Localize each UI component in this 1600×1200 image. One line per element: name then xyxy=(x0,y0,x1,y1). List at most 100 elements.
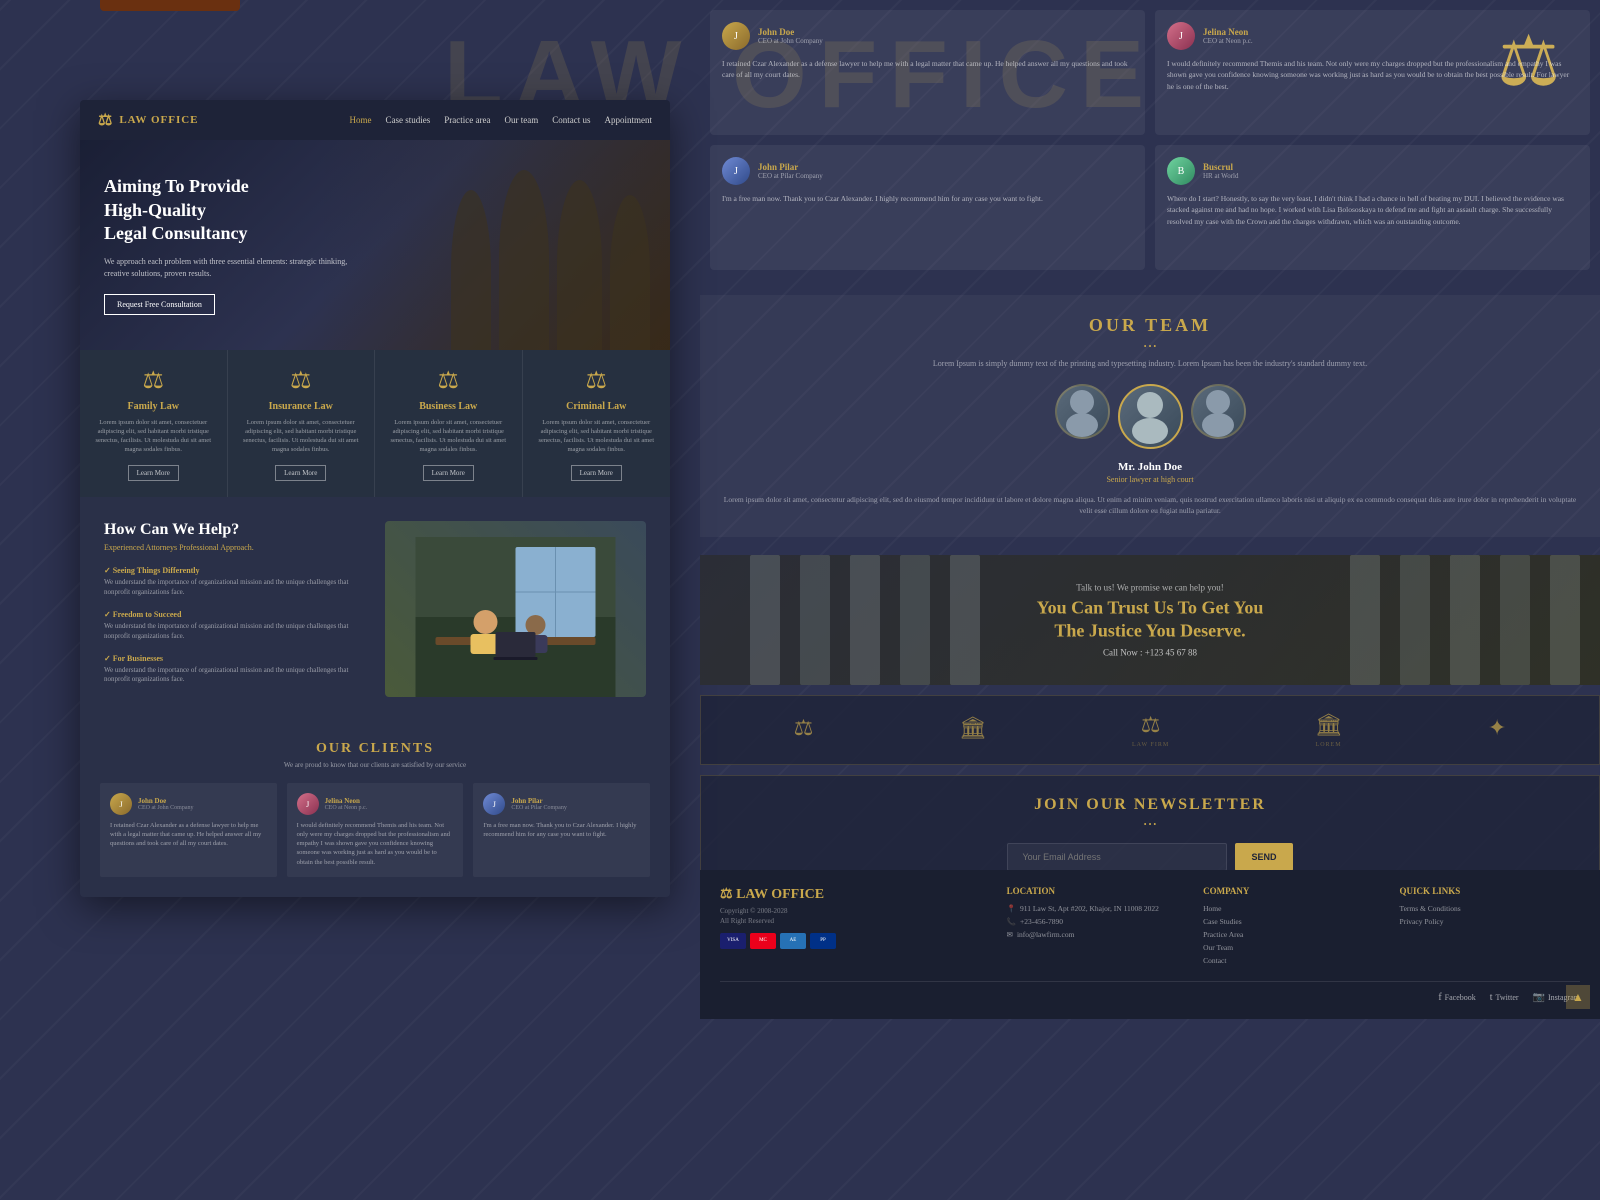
criminal-law-btn[interactable]: Learn More xyxy=(571,465,622,481)
client-avatar-2: J xyxy=(297,793,319,815)
test-avatar-3: J xyxy=(722,157,750,185)
footer-address: 📍 911 Law St, Apt #202, Khajor, IN 11008… xyxy=(1007,904,1187,913)
twitter-link[interactable]: t Twitter xyxy=(1490,992,1519,1003)
help-item-2-title: ✓ Freedom to Succeed xyxy=(104,610,365,619)
partner-2: 🏛 xyxy=(959,715,987,745)
help-section: How Can We Help? Experienced Attorneys P… xyxy=(80,497,670,721)
footer-link-cases[interactable]: Case Studies xyxy=(1203,917,1383,926)
criminal-law-icon: ⚖ xyxy=(537,366,657,395)
business-law-btn[interactable]: Learn More xyxy=(423,465,474,481)
nav-link-contact[interactable]: Contact us xyxy=(552,115,590,125)
nav-link-cases[interactable]: Case studies xyxy=(386,115,431,125)
client-text-3: I'm a free man now. Thank you to Czar Al… xyxy=(483,821,640,839)
insurance-law-title: Insurance Law xyxy=(242,401,361,412)
footer-logo: ⚖ LAW OFFICE xyxy=(720,886,991,903)
footer-logo-text: LAW OFFICE xyxy=(736,887,824,902)
hero-section: Aiming To ProvideHigh-QualityLegal Consu… xyxy=(80,140,670,350)
criminal-law-title: Criminal Law xyxy=(537,401,657,412)
newsletter-title: JOIN OUR NEWSLETTER xyxy=(721,796,1579,814)
footer-link-practice[interactable]: Practice Area xyxy=(1203,930,1383,939)
insurance-law-icon: ⚖ xyxy=(242,366,361,395)
newsletter-email-input[interactable] xyxy=(1007,843,1227,871)
test-text-2: I would definitely recommend Themis and … xyxy=(1167,58,1578,92)
facebook-link[interactable]: f Facebook xyxy=(1438,992,1475,1003)
right-testimonial-4: B Buscrul HR at World Where do I start? … xyxy=(1155,145,1590,270)
footer-privacy[interactable]: Privacy Policy xyxy=(1400,917,1580,926)
family-law-btn[interactable]: Learn More xyxy=(128,465,179,481)
test-info-2: Jelina Neon CEO at Neon p.c. xyxy=(1203,27,1253,45)
nav-logo-text: LAW OFFICE xyxy=(119,114,198,126)
partner-1: ⚖ xyxy=(794,715,814,745)
help-subtitle: Experienced Attorneys Professional Appro… xyxy=(104,543,365,552)
footer-grid: ⚖ LAW OFFICE Copyright © 2008-2028All Ri… xyxy=(720,886,1580,969)
team-member-left xyxy=(1055,384,1110,439)
client-header-2: J Jelina Neon CEO at Neon p.c. xyxy=(297,793,454,815)
featured-member-role: Senior lawyer at high court xyxy=(720,475,1580,484)
footer-col-brand: ⚖ LAW OFFICE Copyright © 2008-2028All Ri… xyxy=(720,886,991,969)
help-item-1-text: We understand the importance of organiza… xyxy=(104,578,365,598)
partner-2-icon: 🏛 xyxy=(959,715,987,741)
client-name-2: Jelina Neon xyxy=(325,797,368,805)
criminal-law-text: Lorem ipsum dolor sit amet, consectetuer… xyxy=(537,418,657,454)
trust-phone: Call Now : +123 45 67 88 xyxy=(1037,647,1264,657)
test-avatar-4: B xyxy=(1167,157,1195,185)
footer-col-quicklinks: QUICK LINKS Terms & Conditions Privacy P… xyxy=(1400,886,1580,969)
partner-4-label: LOREM xyxy=(1316,742,1342,748)
website-mockup: ⚖ LAW OFFICE Home Case studies Practice … xyxy=(80,100,670,897)
right-testimonials: J John Doe CEO at John Company I retaine… xyxy=(700,0,1600,280)
client-card-3: J John Pilar CEO at Pilar Company I'm a … xyxy=(473,783,650,876)
trust-content: Talk to us! We promise we can help you! … xyxy=(1037,583,1264,658)
client-info-3: John Pilar CEO at Pilar Company xyxy=(511,797,567,811)
footer-email-text: info@lawfirm.com xyxy=(1017,930,1075,939)
test-name-1: John Doe xyxy=(758,27,823,37)
test-header-2: J Jelina Neon CEO at Neon p.c. xyxy=(1167,22,1578,50)
partner-3-label: LAW FIRM xyxy=(1132,742,1169,748)
clients-section: OUR CLIENTS We are proud to know that ou… xyxy=(80,721,670,896)
family-law-icon: ⚖ xyxy=(94,366,213,395)
business-law-icon: ⚖ xyxy=(389,366,508,395)
footer-address-text: 911 Law St, Apt #202, Khajor, IN 11008 2… xyxy=(1020,904,1159,913)
newsletter-send-button[interactable]: SEND xyxy=(1235,843,1292,871)
test-text-1: I retained Czar Alexander as a defense l… xyxy=(722,58,1133,81)
nav-link-appointment[interactable]: Appointment xyxy=(605,115,653,125)
footer-company-title: COMPANY xyxy=(1203,886,1383,896)
partners-section: ⚖ 🏛 ⚖ LAW FIRM 🏛 LOREM ✦ xyxy=(700,695,1600,765)
partner-4-icon: 🏛 xyxy=(1315,712,1343,738)
facebook-icon: f xyxy=(1438,992,1441,1003)
hero-content: Aiming To ProvideHigh-QualityLegal Consu… xyxy=(80,155,380,334)
client-info-1: John Doe CEO at John Company xyxy=(138,797,194,811)
featured-member-bio: Lorem ipsum dolor sit amet, consectetur … xyxy=(720,494,1580,517)
footer-email: ✉ info@lawfirm.com xyxy=(1007,930,1187,939)
test-text-4: Where do I start? Honestly, to say the v… xyxy=(1167,193,1578,227)
client-avatar-3: J xyxy=(483,793,505,815)
nav-link-home[interactable]: Home xyxy=(350,115,372,125)
scroll-top-button[interactable]: ▲ xyxy=(1566,985,1590,1009)
nav-logo: ⚖ LAW OFFICE xyxy=(98,110,199,130)
footer-terms[interactable]: Terms & Conditions xyxy=(1400,904,1580,913)
nav-link-team[interactable]: Our team xyxy=(505,115,539,125)
client-name-1: John Doe xyxy=(138,797,194,805)
footer-link-contact[interactable]: Contact xyxy=(1203,956,1383,965)
family-law-title: Family Law xyxy=(94,401,213,412)
family-law-text: Lorem ipsum dolor sit amet, consectetuer… xyxy=(94,418,213,454)
footer-col-company: COMPANY Home Case Studies Practice Area … xyxy=(1203,886,1383,969)
facebook-label: Facebook xyxy=(1445,993,1476,1002)
footer-link-home[interactable]: Home xyxy=(1203,904,1383,913)
client-role-1: CEO at John Company xyxy=(138,805,194,811)
silhouette-4 xyxy=(610,195,650,350)
insurance-law-btn[interactable]: Learn More xyxy=(275,465,326,481)
footer-quicklinks-title: QUICK LINKS xyxy=(1400,886,1580,896)
test-name-4: Buscrul xyxy=(1203,162,1238,172)
footer: ⚖ LAW OFFICE Copyright © 2008-2028All Ri… xyxy=(700,870,1600,1019)
client-role-2: CEO at Neon p.c. xyxy=(325,805,368,811)
navigation: ⚖ LAW OFFICE Home Case studies Practice … xyxy=(80,100,670,140)
nav-link-practice[interactable]: Practice area xyxy=(444,115,490,125)
right-testimonial-2: J Jelina Neon CEO at Neon p.c. I would d… xyxy=(1155,10,1590,135)
footer-link-team[interactable]: Our Team xyxy=(1203,943,1383,952)
hero-cta-button[interactable]: Request Free Consultation xyxy=(104,294,215,315)
client-card-1: J John Doe CEO at John Company I retaine… xyxy=(100,783,277,876)
twitter-label: Twitter xyxy=(1496,993,1519,1002)
clients-title: OUR CLIENTS xyxy=(100,741,650,757)
ae-badge: AE xyxy=(780,933,806,949)
right-testimonial-1: J John Doe CEO at John Company I retaine… xyxy=(710,10,1145,135)
